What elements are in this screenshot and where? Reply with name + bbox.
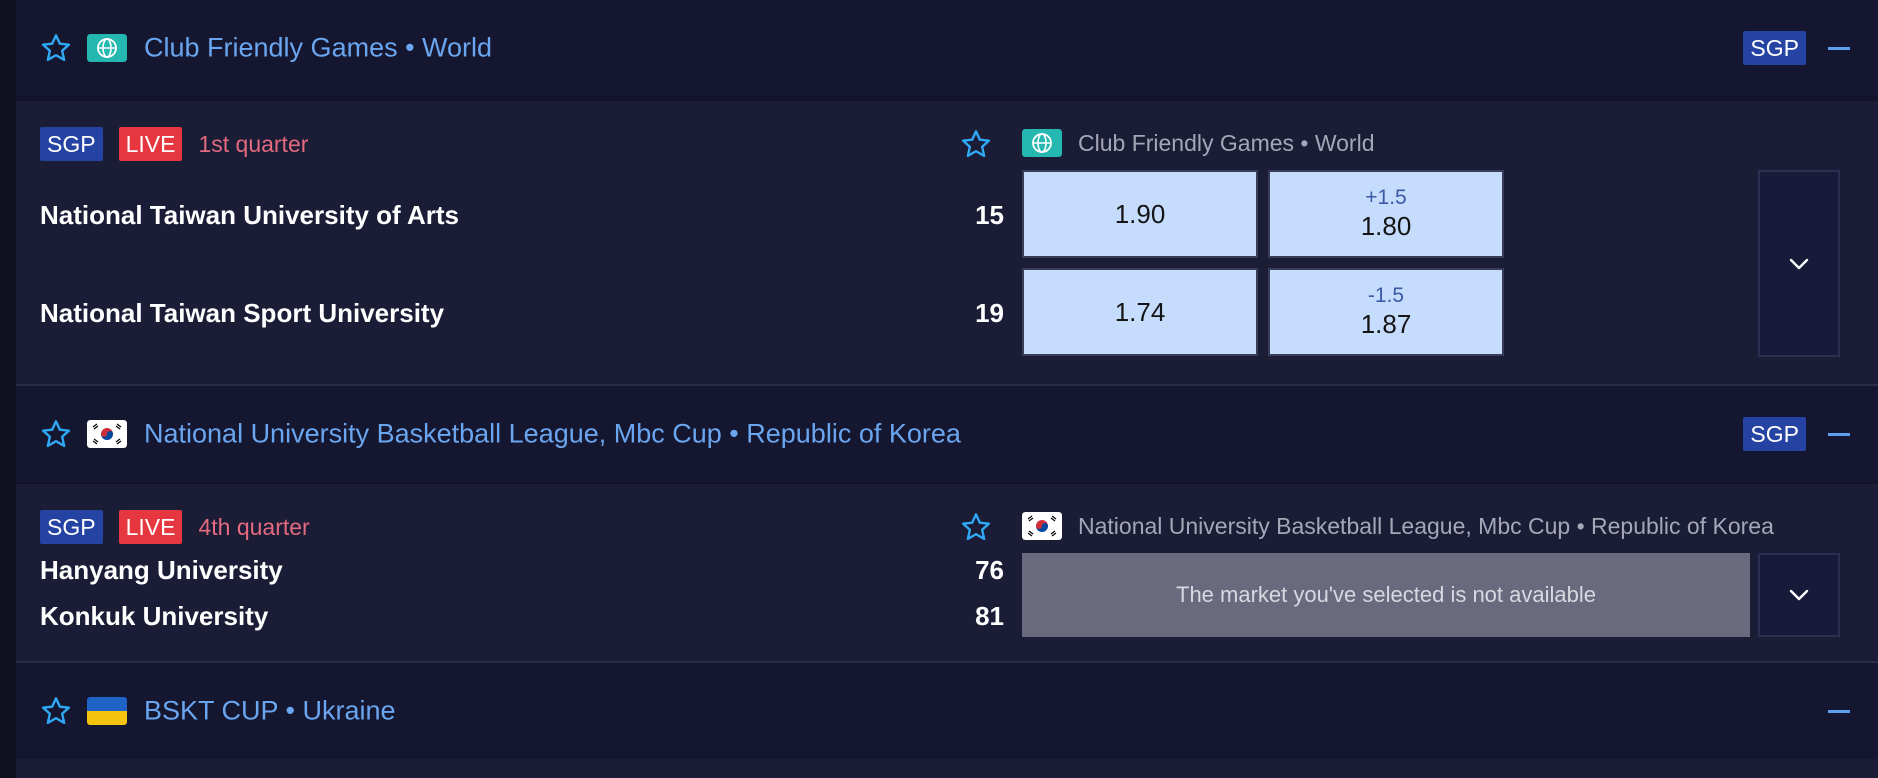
south-korea-flag-icon [87, 420, 127, 448]
match-period: 4th quarter [198, 513, 310, 540]
league-title[interactable]: Club Friendly Games • World [144, 33, 492, 64]
league-title[interactable]: National University Basketball League, M… [144, 419, 961, 450]
star-icon[interactable] [40, 32, 72, 64]
league-title[interactable]: BSKT CUP • Ukraine [144, 696, 396, 727]
home-team[interactable]: Hanyang University [40, 555, 283, 586]
odds-price: 1.74 [1114, 297, 1166, 327]
star-icon[interactable] [960, 128, 992, 160]
next-section [16, 759, 1878, 778]
ukraine-flag-icon [87, 697, 127, 725]
chevron-down-icon [1789, 589, 1809, 601]
home-moneyline-button[interactable]: 1.90 [1022, 170, 1258, 258]
away-score: 81 [975, 601, 1004, 631]
league-header-ukraine[interactable]: BSKT CUP • Ukraine [16, 663, 1878, 759]
odds-price: 1.80 [1360, 211, 1412, 241]
star-icon[interactable] [40, 695, 72, 727]
expand-markets-button[interactable] [1758, 553, 1840, 637]
globe-icon [1022, 129, 1062, 157]
away-spread-button[interactable]: -1.5 1.87 [1268, 268, 1504, 356]
chevron-down-icon [1789, 258, 1809, 269]
odds-price: 1.90 [1114, 199, 1166, 229]
match-league: Club Friendly Games • World [1022, 129, 1375, 157]
star-icon[interactable] [960, 511, 992, 543]
match-league: National University Basketball League, M… [1022, 512, 1774, 540]
sgp-badge: SGP [40, 127, 103, 161]
match-league-title: National University Basketball League, M… [1078, 512, 1774, 539]
match-period: 1st quarter [198, 130, 309, 157]
live-badge: LIVE [118, 127, 183, 161]
events-list: Club Friendly Games • World SGP SGP LIVE… [16, 0, 1878, 778]
sgp-badge: SGP [1743, 417, 1806, 451]
match-card: SGP LIVE 1st quarter Club Friendly Games… [16, 101, 1878, 386]
minus-icon[interactable] [1828, 47, 1850, 50]
spread-line: +1.5 [1365, 186, 1407, 209]
globe-icon [87, 34, 127, 62]
live-badge: LIVE [118, 510, 183, 544]
home-team[interactable]: National Taiwan University of Arts [40, 200, 459, 231]
market-unavailable-notice: The market you've selected is not availa… [1022, 553, 1750, 637]
sgp-badge: SGP [1743, 31, 1806, 65]
away-team[interactable]: National Taiwan Sport University [40, 298, 444, 329]
home-score: 76 [975, 555, 1004, 585]
away-team[interactable]: Konkuk University [40, 601, 268, 632]
odds-price: 1.87 [1360, 309, 1412, 339]
minus-icon[interactable] [1828, 433, 1850, 436]
league-header-korea[interactable]: National University Basketball League, M… [16, 386, 1878, 482]
match-league-title: Club Friendly Games • World [1078, 129, 1375, 156]
league-header-club-friendly[interactable]: Club Friendly Games • World SGP [16, 0, 1878, 96]
home-score: 15 [975, 200, 1004, 230]
away-score: 19 [975, 298, 1004, 328]
spread-line: -1.5 [1367, 284, 1405, 307]
away-moneyline-button[interactable]: 1.74 [1022, 268, 1258, 356]
star-icon[interactable] [40, 418, 72, 450]
home-spread-button[interactable]: +1.5 1.80 [1268, 170, 1504, 258]
match-status: SGP LIVE 1st quarter [40, 127, 308, 161]
unavailable-text: The market you've selected is not availa… [1176, 582, 1596, 607]
minus-icon[interactable] [1828, 710, 1850, 713]
south-korea-flag-icon [1022, 512, 1062, 540]
match-status: SGP LIVE 4th quarter [40, 510, 310, 544]
sgp-badge: SGP [40, 510, 103, 544]
match-card: SGP LIVE 4th quarter National University… [16, 484, 1878, 663]
expand-markets-button[interactable] [1758, 170, 1840, 357]
